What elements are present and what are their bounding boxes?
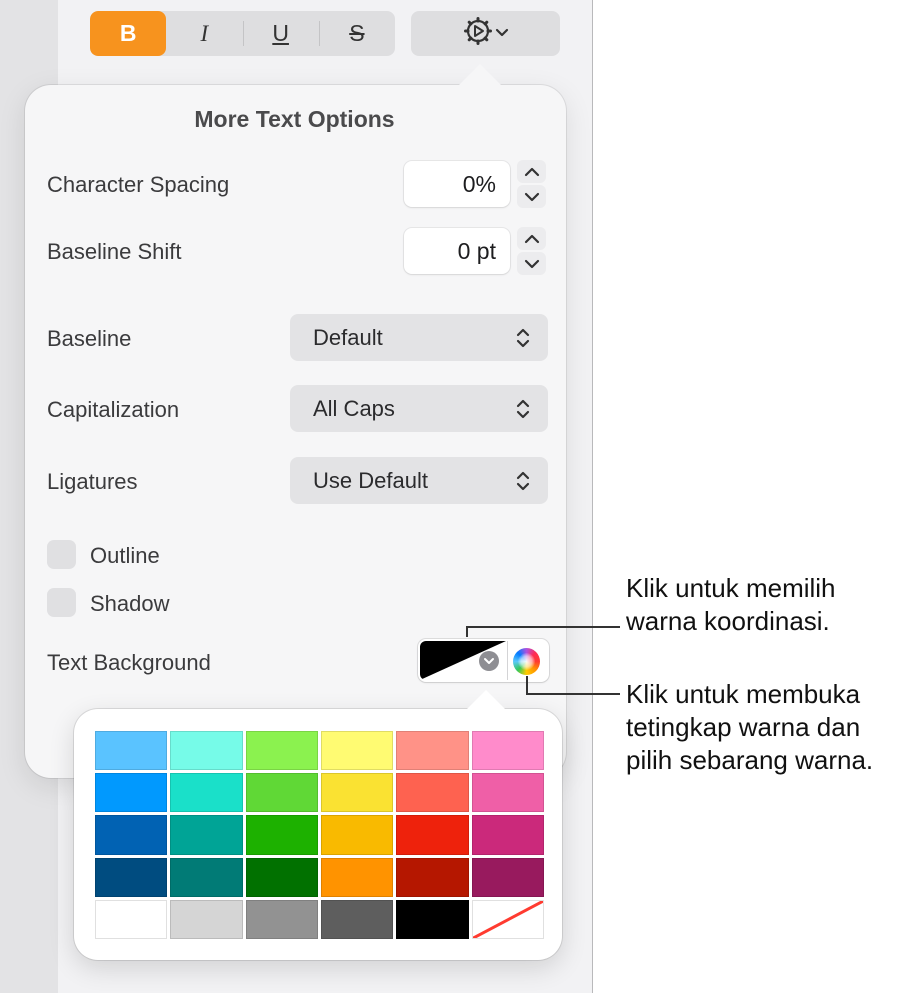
stepper-up-button[interactable] [517,227,546,250]
color-swatch[interactable] [396,731,469,771]
updown-chevron-icon [516,471,530,490]
color-swatch[interactable] [245,899,318,939]
chevron-down-icon [524,259,539,268]
color-swatch[interactable] [396,773,469,813]
chevron-up-icon [524,167,539,176]
chevron-down-icon[interactable] [479,651,499,671]
capitalization-label: Capitalization [47,397,180,422]
baseline-shift-label: Baseline Shift [47,239,182,264]
color-swatch[interactable] [95,857,168,897]
color-swatch[interactable] [95,773,168,813]
color-swatch[interactable] [245,857,318,897]
well-divider [507,641,508,680]
baseline-label: Baseline [47,326,132,351]
color-swatch[interactable] [245,773,318,813]
color-swatch[interactable] [321,857,394,897]
baseline-shift-stepper [516,227,547,275]
no-color-swatch[interactable] [471,899,544,939]
stepper-down-button[interactable] [517,252,546,275]
callout-coordinated-colors: Klik untuk memilih warna koordinasi. [626,573,836,636]
baseline-popup[interactable]: Default [290,314,548,361]
popover-title: More Text Options [194,106,395,132]
italic-button[interactable]: I [166,11,242,56]
text-style-segmented-control: B I U S [90,11,395,56]
color-swatch[interactable] [95,899,168,939]
shadow-checkbox[interactable] [47,588,76,617]
chevron-down-icon [495,25,509,43]
chevron-down-icon [524,192,539,201]
color-swatch[interactable] [396,899,469,939]
text-background-label: Text Background [47,650,211,675]
color-swatch-grid [95,731,544,939]
callout-color-window: Klik untuk membuka tetingkap warna dan p… [626,679,874,775]
color-swatch[interactable] [321,815,394,855]
color-swatch[interactable] [170,857,243,897]
color-swatch[interactable] [321,773,394,813]
color-swatch[interactable] [245,731,318,771]
color-wheel-icon[interactable] [513,648,540,675]
color-swatch[interactable] [321,731,394,771]
capitalization-popup[interactable]: All Caps [290,385,548,432]
stepper-down-button[interactable] [517,185,546,208]
color-swatch[interactable] [170,731,243,771]
baseline-value: Default [313,324,383,350]
character-spacing-label: Character Spacing [47,172,230,197]
color-swatch[interactable] [170,815,243,855]
color-swatch[interactable] [471,773,544,813]
advanced-options-button[interactable] [411,11,560,56]
ligatures-popup[interactable]: Use Default [290,457,548,504]
color-swatch[interactable] [245,815,318,855]
gear-icon [463,16,493,51]
outline-checkbox[interactable] [47,540,76,569]
color-swatch[interactable] [170,899,243,939]
shadow-label: Shadow [90,591,170,616]
swatch-popover-arrow [466,690,506,710]
color-swatch[interactable] [396,857,469,897]
outline-label: Outline [90,543,160,568]
baseline-shift-field[interactable]: 0 pt [404,228,510,274]
color-swatch[interactable] [321,899,394,939]
ligatures-label: Ligatures [47,469,138,494]
color-swatch[interactable] [396,815,469,855]
updown-chevron-icon [516,328,530,347]
color-swatch[interactable] [95,815,168,855]
strikethrough-button[interactable]: S [318,11,395,56]
ligatures-value: Use Default [313,467,428,493]
popover-arrow [458,64,502,86]
updown-chevron-icon [516,399,530,418]
color-swatch[interactable] [95,731,168,771]
character-spacing-stepper [516,160,547,208]
capitalization-value: All Caps [313,395,395,421]
underline-button[interactable]: U [242,11,319,56]
chevron-up-icon [524,234,539,243]
color-swatch[interactable] [471,731,544,771]
bold-button[interactable]: B [90,11,167,56]
stepper-up-button[interactable] [517,160,546,183]
color-swatch[interactable] [471,857,544,897]
color-swatch[interactable] [471,815,544,855]
character-spacing-field[interactable]: 0% [404,161,510,207]
color-swatch[interactable] [170,773,243,813]
